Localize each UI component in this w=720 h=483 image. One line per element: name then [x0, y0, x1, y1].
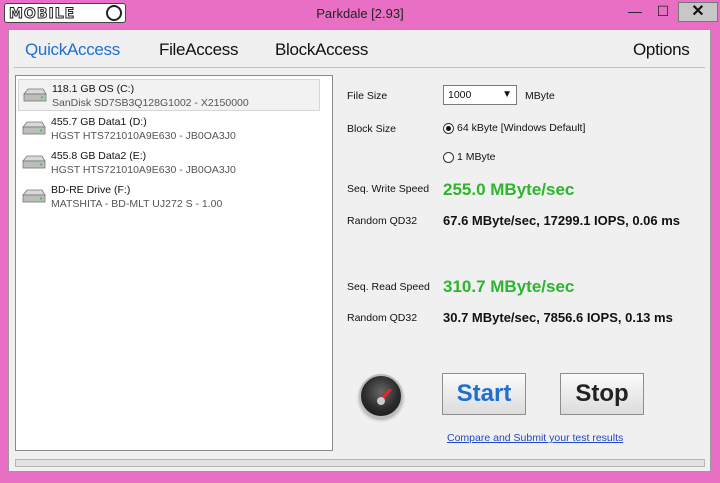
hard-drive-icon	[22, 155, 46, 169]
drive-item-e[interactable]: 455.8 GB Data2 (E:) HGST HTS721010A9E630…	[18, 147, 320, 179]
drive-name: 118.1 GB OS (C:)	[52, 83, 135, 95]
start-button[interactable]: Start	[442, 373, 526, 415]
drive-item-c[interactable]: 118.1 GB OS (C:) SanDisk SD7SB3Q128G1002…	[18, 79, 320, 111]
seq-write-label: Seq. Write Speed	[347, 183, 430, 195]
speedometer-icon	[359, 374, 403, 418]
drive-name: 455.7 GB Data1 (D:)	[51, 116, 147, 128]
chevron-down-icon: ▼	[502, 89, 512, 100]
status-bar	[15, 459, 705, 467]
random-read-label: Random QD32	[347, 312, 418, 324]
minimize-button[interactable]: —	[622, 2, 648, 22]
drive-model: HGST HTS721010A9E630 - JB0OA3J0	[51, 130, 236, 142]
seq-write-value: 255.0 MByte/sec	[443, 180, 575, 199]
tab-divider	[14, 67, 705, 68]
seq-read-value: 310.7 MByte/sec	[443, 277, 575, 296]
hard-drive-icon	[22, 189, 46, 203]
hard-drive-icon	[23, 88, 47, 102]
drive-item-d[interactable]: 455.7 GB Data1 (D:) HGST HTS721010A9E630…	[18, 113, 320, 145]
tab-bar: QuickAccess FileAccess BlockAccess Optio…	[9, 30, 710, 70]
block-size-64k-label[interactable]: 64 kByte [Windows Default]	[457, 122, 585, 134]
drive-item-f[interactable]: BD-RE Drive (F:) MATSHITA - BD-MLT UJ272…	[18, 181, 320, 213]
drive-name: 455.8 GB Data2 (E:)	[51, 150, 147, 162]
title-bar: MOBILE Parkdale [2.93] — ☐ ✕	[0, 0, 720, 28]
file-size-unit: MByte	[525, 90, 555, 102]
file-size-select[interactable]: 1000 ▼	[443, 85, 517, 105]
tab-blockaccess[interactable]: BlockAccess	[275, 40, 368, 60]
file-size-value: 1000	[448, 89, 472, 101]
random-read-value: 30.7 MByte/sec, 7856.6 IOPS, 0.13 ms	[443, 310, 673, 325]
seq-read-label: Seq. Read Speed	[347, 281, 430, 293]
block-size-label: Block Size	[347, 123, 397, 135]
drive-model: MATSHITA - BD-MLT UJ272 S - 1.00	[51, 198, 223, 210]
maximize-button[interactable]: ☐	[650, 2, 676, 22]
block-size-1m-label[interactable]: 1 MByte	[457, 151, 496, 163]
close-button[interactable]: ✕	[678, 2, 718, 22]
file-size-label: File Size	[347, 90, 388, 102]
app-client-area: QuickAccess FileAccess BlockAccess Optio…	[8, 29, 711, 472]
block-size-64k-radio[interactable]	[443, 123, 454, 134]
drive-name: BD-RE Drive (F:)	[51, 184, 131, 196]
gauge-hub	[377, 397, 385, 405]
compare-submit-link[interactable]: Compare and Submit your test results	[447, 432, 623, 444]
drive-list[interactable]: 118.1 GB OS (C:) SanDisk SD7SB3Q128G1002…	[15, 75, 333, 451]
tab-options[interactable]: Options	[633, 40, 690, 60]
drive-model: SanDisk SD7SB3Q128G1002 - X2150000	[52, 97, 249, 109]
drive-model: HGST HTS721010A9E630 - JB0OA3J0	[51, 164, 236, 176]
hard-drive-icon	[22, 121, 46, 135]
tab-quickaccess[interactable]: QuickAccess	[25, 40, 120, 60]
tab-fileaccess[interactable]: FileAccess	[159, 40, 238, 60]
stop-button[interactable]: Stop	[560, 373, 644, 415]
block-size-1m-radio[interactable]	[443, 152, 454, 163]
window-title: Parkdale [2.93]	[316, 6, 404, 21]
random-write-value: 67.6 MByte/sec, 17299.1 IOPS, 0.06 ms	[443, 213, 681, 228]
random-write-label: Random QD32	[347, 215, 418, 227]
